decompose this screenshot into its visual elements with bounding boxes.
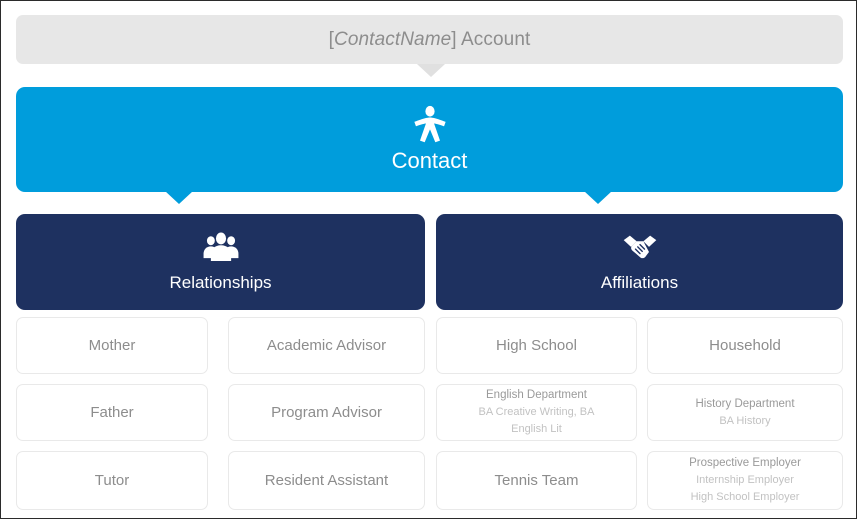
leaf-card-title: Resident Assistant [264,472,389,489]
leaf-card[interactable]: Tutor [16,451,208,510]
handshake-icon [623,235,656,258]
leaf-card-title: Tennis Team [494,472,579,489]
contact-label: Contact [391,148,468,173]
leaf-card-subtitle: BA Creative Writing, BA [478,406,595,418]
leaf-card-title: Program Advisor [271,404,382,421]
person-icon [413,105,446,143]
connector-arrow-contact-to-affiliations [584,191,612,204]
category-label-affiliations: Affiliations [600,272,679,292]
leaf-card[interactable]: English Department BA Creative Writing, … [436,384,637,441]
leaf-card-title: Mother [88,337,136,354]
leaf-card-title: History Department [695,397,795,410]
leaf-card-title: Father [90,404,134,421]
category-box-affiliations[interactable]: Affiliations [436,214,843,310]
contact-box: Contact [16,87,843,192]
leaf-card-title: Tutor [94,472,130,489]
leaf-card-title: Prospective Employer [689,457,801,469]
leaf-card-title: English Department [486,389,587,401]
account-header-contact-name: ContactName [334,28,452,50]
leaf-card[interactable]: Tennis Team [436,451,637,510]
leaf-card-subtitle: High School Employer [690,491,800,503]
leaf-card-subtitle: English Lit [511,423,562,435]
leaf-card[interactable]: History Department BA History [647,384,843,441]
leaf-card[interactable]: Mother [16,317,208,374]
leaf-card[interactable]: Resident Assistant [228,451,425,510]
leaf-card-subtitle: Internship Employer [696,474,794,486]
leaf-card[interactable]: Academic Advisor [228,317,425,374]
people-group-icon [203,232,238,261]
account-header-box: [ContactName] Account [16,15,843,64]
connector-arrow-account-to-contact [417,64,445,77]
account-header-suffix: ] Account [451,28,531,50]
account-header-label: [ContactName] Account [329,29,531,51]
leaf-card[interactable]: Prospective Employer Internship Employer… [647,451,843,510]
leaf-card[interactable]: High School [436,317,637,374]
leaf-card-subtitle: BA History [719,414,771,427]
leaf-card-title: Academic Advisor [266,337,387,354]
leaf-card-title: High School [496,337,577,354]
leaf-card[interactable]: Father [16,384,208,441]
leaf-card[interactable]: Household [647,317,843,374]
connector-arrow-contact-to-relationships [165,191,193,204]
leaf-card[interactable]: Program Advisor [228,384,425,441]
leaf-card-title: Household [709,337,781,354]
diagram-canvas: [ContactName] Account Contact Relationsh… [0,0,857,519]
category-box-relationships[interactable]: Relationships [16,214,425,310]
category-label-relationships: Relationships [169,272,272,292]
